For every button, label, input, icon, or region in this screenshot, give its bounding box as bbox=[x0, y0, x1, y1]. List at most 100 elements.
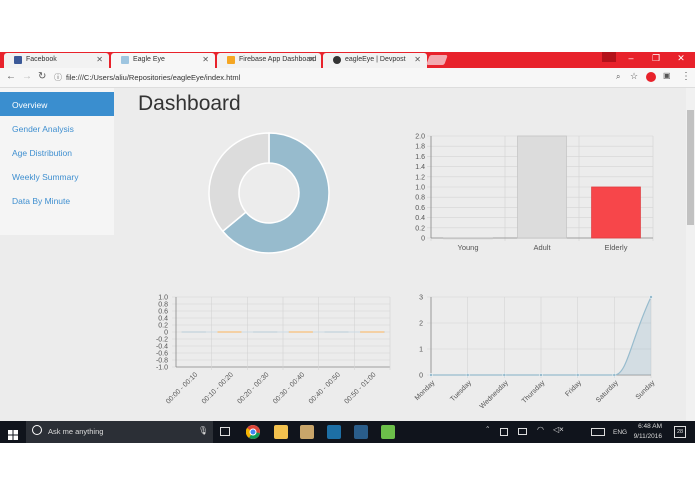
y-tick-label: 0.6 bbox=[415, 205, 425, 212]
language-indicator[interactable]: ENG bbox=[613, 429, 627, 436]
back-icon[interactable]: ← bbox=[6, 71, 16, 82]
tab-firebase[interactable]: Firebase App Dashboard ✕ bbox=[217, 53, 321, 68]
page-content: Overview Gender Analysis Age Distributio… bbox=[0, 88, 686, 421]
tab-label: Firebase App Dashboard bbox=[239, 56, 317, 63]
tab-devpost[interactable]: eagleEye | Devpost ✕ bbox=[323, 53, 427, 68]
zoom-icon[interactable]: ⌕ bbox=[616, 72, 620, 82]
volume-icon[interactable]: ◁× bbox=[553, 425, 564, 434]
y-tick-label: 1.2 bbox=[415, 174, 425, 181]
doughnut-chart bbox=[208, 132, 330, 254]
star-icon[interactable]: ☆ bbox=[630, 71, 638, 82]
y-tick-label: 1.6 bbox=[415, 154, 425, 161]
data-point bbox=[575, 373, 580, 377]
x-tick-label: Thursday bbox=[521, 379, 547, 405]
y-tick-label: -0.8 bbox=[156, 358, 168, 365]
close-icon[interactable]: ✕ bbox=[202, 55, 209, 64]
y-tick-label: 1.4 bbox=[415, 164, 425, 171]
info-icon[interactable]: ⓘ bbox=[54, 72, 62, 83]
notification-center-icon[interactable]: 28 bbox=[674, 426, 686, 438]
task-view-icon[interactable] bbox=[220, 427, 230, 436]
reload-icon[interactable]: ↻ bbox=[38, 71, 46, 82]
extension-icon[interactable]: ▣ bbox=[663, 71, 671, 80]
close-icon[interactable]: ✕ bbox=[414, 55, 421, 64]
y-tick-label: 1.0 bbox=[158, 295, 168, 302]
y-tick-label: 0.4 bbox=[158, 316, 168, 323]
y-tick-label: -0.6 bbox=[156, 351, 168, 358]
editor-icon[interactable] bbox=[327, 425, 341, 439]
profile-icon[interactable] bbox=[602, 52, 616, 62]
maximize-icon[interactable]: ❐ bbox=[645, 53, 667, 64]
app-icon[interactable] bbox=[300, 425, 314, 439]
x-tick-label: Elderly bbox=[605, 243, 628, 252]
new-tab-button[interactable] bbox=[426, 55, 448, 65]
y-tick-label: 0.2 bbox=[158, 323, 168, 330]
x-tick-label: 00:00 - 00:10 bbox=[165, 371, 199, 405]
data-point bbox=[612, 373, 617, 377]
close-icon[interactable]: ✕ bbox=[96, 55, 103, 64]
forward-icon[interactable]: → bbox=[22, 71, 32, 82]
x-tick-label: Friday bbox=[564, 379, 583, 398]
virtualbox-icon[interactable] bbox=[354, 425, 368, 439]
data-point bbox=[649, 295, 653, 299]
y-tick-label: 0.4 bbox=[415, 215, 425, 222]
adblock-icon[interactable] bbox=[646, 72, 656, 82]
close-window-icon[interactable]: ✕ bbox=[670, 53, 692, 64]
data-point bbox=[429, 373, 433, 377]
facebook-icon bbox=[14, 56, 22, 64]
tab-label: Facebook bbox=[26, 56, 57, 63]
charts-canvas: 2.01.81.61.41.21.00.80.60.40.20Young Adul… bbox=[156, 132, 657, 411]
x-tick-label: Wednesday bbox=[479, 379, 510, 410]
scrollbar[interactable] bbox=[686, 88, 695, 421]
address-bar: ← → ↻ ⓘ file:///C:/Users/aliu/Repositori… bbox=[0, 68, 695, 88]
windows-start-icon[interactable] bbox=[8, 427, 18, 440]
y-tick-label: -1.0 bbox=[156, 365, 168, 372]
x-tick-label: Adult bbox=[533, 243, 551, 252]
tab-eagle-eye[interactable]: Eagle Eye ✕ bbox=[111, 53, 215, 68]
x-tick-label: Young bbox=[458, 243, 479, 252]
age-bar-chart: 2.0 1.8 1.6 1.4 1.2 1.0 0.8 0.6 0.4 0.2 0 Young Adul… bbox=[415, 134, 654, 252]
x-tick-label: 00:20 - 00:30 bbox=[236, 371, 270, 405]
cortana-icon bbox=[32, 425, 42, 435]
minute-line-chart: 1.00.80.60.40.20-0.2-0.4-0.6-0.8-1.000:0… bbox=[156, 295, 391, 406]
file-explorer-icon[interactable] bbox=[274, 425, 288, 439]
data-point bbox=[465, 373, 470, 377]
page-icon bbox=[121, 56, 129, 64]
x-tick-label: 00:10 - 00:20 bbox=[201, 371, 235, 405]
close-icon[interactable]: ✕ bbox=[308, 55, 315, 64]
x-tick-label: 00:40 - 00:50 bbox=[308, 371, 342, 405]
taskbar: Ask me anything 🎙 ⌃ ◠ ◁× ENG 6:48 AM 9/1… bbox=[0, 421, 695, 443]
y-tick-label: 0.6 bbox=[158, 309, 168, 316]
wifi-icon[interactable]: ◠ bbox=[537, 425, 544, 434]
bar bbox=[517, 135, 567, 239]
keyboard-icon[interactable] bbox=[591, 428, 605, 436]
tray-chevron-icon[interactable]: ⌃ bbox=[485, 425, 490, 433]
y-tick-label: 0 bbox=[164, 330, 168, 337]
minimize-icon[interactable]: – bbox=[620, 53, 642, 63]
app-icon-2[interactable] bbox=[381, 425, 395, 439]
menu-icon[interactable]: ⋮ bbox=[681, 71, 691, 82]
y-tick-label: -0.2 bbox=[156, 337, 168, 344]
url-field[interactable]: file:///C:/Users/aliu/Repositories/eagle… bbox=[66, 73, 240, 82]
clock-time[interactable]: 6:48 AM bbox=[636, 423, 662, 430]
tray-icon[interactable] bbox=[500, 428, 508, 436]
doughnut-slice bbox=[208, 132, 270, 233]
scrollbar-thumb[interactable] bbox=[687, 110, 694, 225]
tab-label: eagleEye | Devpost bbox=[345, 56, 406, 63]
chrome-icon[interactable] bbox=[245, 425, 260, 439]
tab-facebook[interactable]: Facebook ✕ bbox=[4, 53, 109, 68]
firebase-icon bbox=[227, 56, 235, 64]
y-tick-label: 3 bbox=[419, 295, 423, 302]
microphone-icon[interactable]: 🎙 bbox=[198, 426, 208, 435]
search-box[interactable]: Ask me anything 🎙 bbox=[26, 421, 213, 443]
x-tick-label: Saturday bbox=[595, 379, 620, 404]
y-tick-label: 2 bbox=[419, 321, 423, 328]
y-tick-label: 0.8 bbox=[415, 195, 425, 202]
x-tick-label: 00:50 - 01:00 bbox=[343, 371, 377, 405]
x-tick-label: Tuesday bbox=[449, 379, 473, 403]
clock-date[interactable]: 9/11/2016 bbox=[632, 433, 662, 440]
battery-icon[interactable] bbox=[518, 428, 527, 435]
y-tick-label: 1 bbox=[419, 347, 423, 354]
weekly-area-chart: 3 2 1 0Monday Tuesday Wednesday Thursday Friday… bbox=[414, 295, 657, 411]
x-tick-label: Sunday bbox=[635, 379, 657, 401]
tab-label: Eagle Eye bbox=[133, 56, 165, 63]
